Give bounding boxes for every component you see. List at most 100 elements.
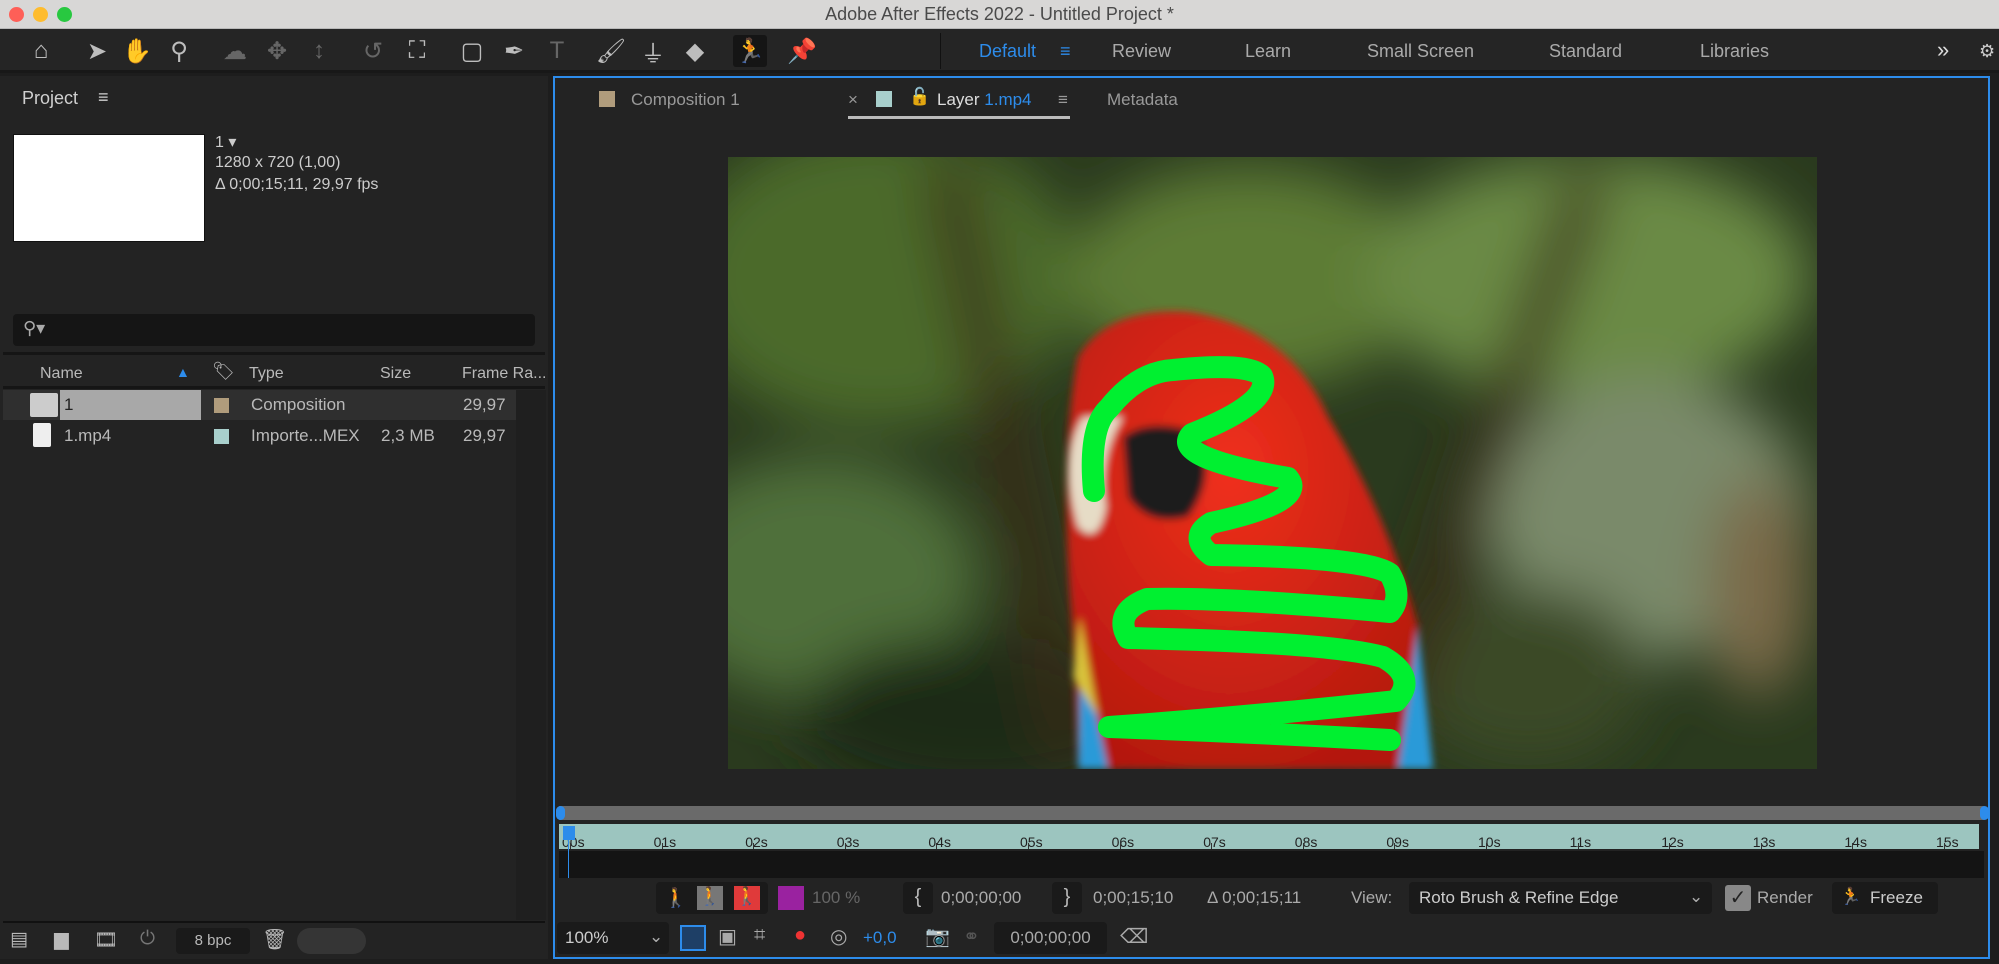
home-icon[interactable]: ⌂ <box>24 35 58 67</box>
panel-title: Project <box>22 88 79 108</box>
work-area-end-handle[interactable] <box>1980 806 1989 820</box>
item-fps: 29,97 <box>463 395 506 414</box>
workspace-standard[interactable]: Standard <box>1549 41 1622 62</box>
lock-icon[interactable]: 🔓 <box>909 87 930 107</box>
transparency-grid-icon[interactable] <box>680 925 706 951</box>
current-time-display[interactable]: 0;00;00;00 <box>994 922 1107 954</box>
propagate-icon[interactable]: 🚶 <box>664 886 688 910</box>
view-dropdown[interactable]: Roto Brush & Refine Edge ⌄ <box>1409 882 1712 914</box>
overlay-color-swatch[interactable] <box>778 886 804 910</box>
show-snapshot-icon[interactable]: ⚭ <box>963 924 980 949</box>
render-checkbox[interactable]: ✓ <box>1725 885 1751 911</box>
workspace-review[interactable]: Review <box>1112 41 1171 62</box>
column-size[interactable]: Size <box>380 365 411 383</box>
tab-menu-icon[interactable]: ≡ <box>1058 90 1068 110</box>
label-swatch[interactable] <box>214 398 229 413</box>
sort-ascending-icon[interactable]: ▲ <box>176 364 190 380</box>
rectangle-icon[interactable]: ▢ <box>455 35 489 67</box>
snapshot-camera-icon[interactable]: 📷 <box>925 924 950 949</box>
workspace-learn[interactable]: Learn <box>1245 41 1291 62</box>
ruler-label: 15s <box>1936 834 1959 850</box>
close-tab-icon[interactable]: × <box>848 90 858 110</box>
work-area-bar[interactable] <box>559 806 1984 820</box>
column-name[interactable]: Name <box>40 365 83 383</box>
exposure-value[interactable]: +0,0 <box>863 928 897 948</box>
set-in-point-button[interactable]: { <box>903 882 933 914</box>
project-row[interactable]: 1 Composition 29,97 <box>3 390 516 420</box>
zoom-icon[interactable]: ⚲ <box>162 35 196 67</box>
puppet-pin-icon[interactable]: 📌 <box>785 35 819 67</box>
ruler-tick <box>1119 843 1121 849</box>
workspace-menu-icon[interactable]: ≡ <box>1060 41 1071 62</box>
type-icon[interactable]: T <box>540 35 574 67</box>
brush-icon[interactable]: 🖌 <box>594 35 628 67</box>
search-input[interactable]: ⚲▾ <box>13 314 535 346</box>
workspace-default[interactable]: Default <box>979 41 1036 62</box>
panel-menu-icon[interactable]: ≡ <box>98 87 109 108</box>
playhead-line <box>568 838 569 878</box>
work-area-start-handle[interactable] <box>556 806 565 820</box>
window-title: Adobe After Effects 2022 - Untitled Proj… <box>825 4 1174 24</box>
tab-composition[interactable]: Composition 1 <box>631 90 740 110</box>
ruler-tick <box>1302 843 1304 849</box>
project-row[interactable]: 1.mp4 Importe...MEX 2,3 MB 29,97 <box>3 421 516 451</box>
tab-metadata[interactable]: Metadata <box>1107 90 1178 110</box>
set-out-point-button[interactable]: } <box>1052 882 1082 914</box>
region-of-interest-icon[interactable]: ⌗ <box>754 924 765 947</box>
gear-icon[interactable]: ⚙ <box>1979 41 1995 62</box>
render-label: Render <box>1757 888 1813 907</box>
ruler-tick <box>570 843 571 849</box>
freeze-button[interactable]: 🏃 Freeze <box>1832 882 1938 914</box>
background-icon[interactable]: 🚶 <box>734 886 760 910</box>
exposure-reset-icon[interactable]: ◎ <box>830 924 847 949</box>
out-time[interactable]: 0;00;15;10 <box>1093 888 1173 908</box>
tab-layer[interactable]: Layer 1.mp4 <box>937 90 1032 110</box>
rotate-icon[interactable]: ↺ <box>356 35 390 67</box>
ruler-tick <box>936 843 938 849</box>
dolly-icon[interactable]: ↕ <box>302 35 336 67</box>
ruler-tick <box>1577 843 1579 849</box>
selection-icon[interactable]: ➤ <box>80 35 114 67</box>
anchor-icon[interactable]: ⛶ <box>400 35 434 67</box>
freeze-label: Freeze <box>1870 888 1923 907</box>
scrollbar[interactable] <box>516 390 546 920</box>
playhead[interactable] <box>563 826 575 840</box>
new-folder-icon[interactable]: ▆ <box>54 928 69 951</box>
pan-icon[interactable]: ✥ <box>260 35 294 67</box>
mask-visibility-icon[interactable]: ▣ <box>718 924 737 949</box>
pen-icon[interactable]: ✒ <box>497 35 531 67</box>
workspace-small-screen[interactable]: Small Screen <box>1367 41 1474 62</box>
hand-icon[interactable]: ✋ <box>120 35 154 67</box>
roto-brush-icon[interactable]: 🏃 <box>733 35 767 67</box>
item-resolution: 1280 x 720 (1,00) <box>215 154 341 171</box>
column-type[interactable]: Type <box>249 365 284 383</box>
reset-exposure-icon[interactable]: ⌫ <box>1120 924 1148 949</box>
item-fps: 29,97 <box>463 426 506 445</box>
selected-item-name[interactable]: 1 ▾ <box>215 132 236 152</box>
eraser-icon[interactable]: ◆ <box>678 35 712 67</box>
trash-icon[interactable]: 🗑 <box>262 927 287 952</box>
bit-depth-button[interactable]: 8 bpc <box>176 928 250 954</box>
layer-swatch <box>876 91 892 107</box>
clone-stamp-icon[interactable]: ⏚ <box>636 35 670 68</box>
ruler-label: 08s <box>1294 834 1318 850</box>
orbit-icon[interactable]: ☁ <box>218 35 252 67</box>
overlay-opacity[interactable]: 100 % <box>812 888 860 908</box>
ruler-tick <box>1760 843 1762 849</box>
label-swatch[interactable] <box>214 429 229 444</box>
label-tag-icon[interactable]: 🏷 <box>212 361 235 382</box>
magnification-dropdown[interactable]: 100% ⌄ <box>557 922 669 954</box>
ruler-label: 04s <box>928 834 951 850</box>
layer-image-viewer[interactable] <box>728 157 1817 769</box>
thumbnail-slider[interactable] <box>297 928 366 954</box>
ruler-tick <box>1486 843 1487 849</box>
workspace-libraries[interactable]: Libraries <box>1700 41 1769 62</box>
in-time[interactable]: 0;00;00;00 <box>941 888 1021 908</box>
foreground-icon[interactable]: 🚶 <box>697 886 723 910</box>
more-workspaces-button[interactable]: » <box>1937 37 1949 63</box>
interpret-footage-icon[interactable]: ▤ <box>10 928 28 951</box>
new-composition-icon[interactable]: 🎞 <box>94 928 118 952</box>
channels-icon[interactable]: ● <box>794 924 806 947</box>
column-frame-rate[interactable]: Frame Ra... <box>462 365 546 383</box>
render-power-icon[interactable]: ⏻ <box>140 928 155 950</box>
